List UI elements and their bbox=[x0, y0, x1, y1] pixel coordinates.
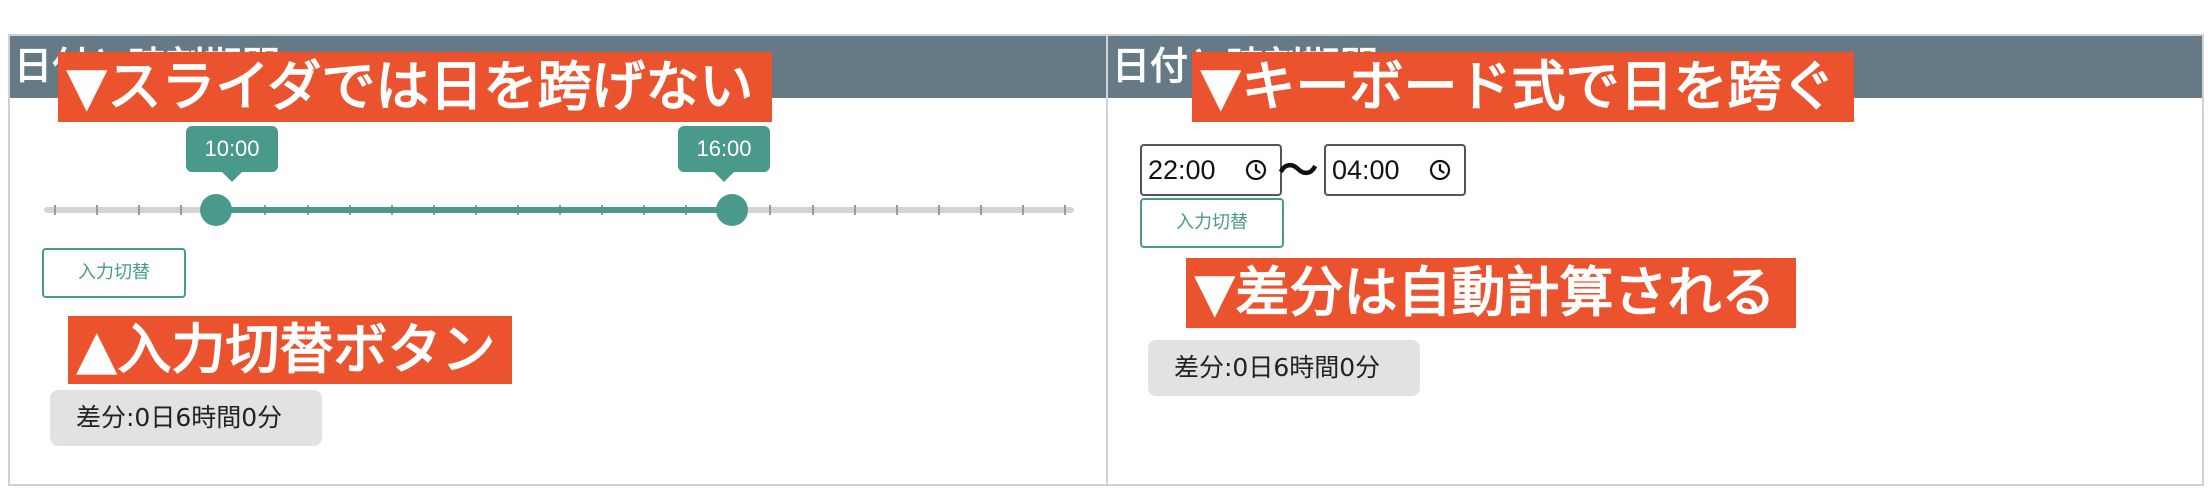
slider-end-handle[interactable] bbox=[716, 194, 748, 226]
duration-diff-display: 差分:0日6時間0分 bbox=[1148, 340, 1420, 396]
slider-tick bbox=[979, 205, 982, 215]
slider-tick bbox=[96, 205, 99, 215]
annotation-toggle-note: ▲入力切替ボタン bbox=[68, 316, 512, 384]
end-time-tooltip: 16:00 bbox=[678, 126, 770, 182]
slider-start-handle[interactable] bbox=[200, 194, 232, 226]
duration-diff-display: 差分:0日6時間0分 bbox=[50, 390, 322, 446]
slider-tick bbox=[54, 205, 56, 215]
input-toggle-button[interactable]: 入力切替 bbox=[42, 248, 186, 298]
start-time-tooltip: 10:00 bbox=[186, 126, 278, 182]
slider-tick bbox=[180, 205, 183, 215]
slider-tick bbox=[1064, 205, 1066, 215]
slider-tick bbox=[138, 205, 141, 215]
clock-icon[interactable] bbox=[1244, 158, 1268, 182]
slider-tick bbox=[937, 205, 940, 215]
end-time-value: 04:00 bbox=[1332, 155, 1400, 185]
start-time-input[interactable]: 22:00 bbox=[1140, 144, 1282, 196]
range-separator: 〜 bbox=[1278, 148, 1318, 194]
annotation-keyboard-note: ▼キーボード式で日を跨ぐ bbox=[1192, 52, 1854, 122]
annotation-slider-note: ▼スライダでは日を跨げない bbox=[58, 52, 772, 122]
slider-tick bbox=[769, 205, 772, 215]
end-time-input[interactable]: 04:00 bbox=[1324, 144, 1466, 196]
clock-icon[interactable] bbox=[1428, 158, 1452, 182]
annotation-diff-note: ▼差分は自動計算される bbox=[1186, 258, 1796, 328]
slider-tick bbox=[811, 205, 814, 215]
slider-range-fill bbox=[216, 207, 732, 213]
start-time-value: 22:00 bbox=[1148, 155, 1216, 185]
slider-tick bbox=[853, 205, 856, 215]
input-toggle-button[interactable]: 入力切替 bbox=[1140, 198, 1284, 248]
slider-tick bbox=[895, 205, 898, 215]
slider-tick bbox=[1021, 205, 1024, 215]
